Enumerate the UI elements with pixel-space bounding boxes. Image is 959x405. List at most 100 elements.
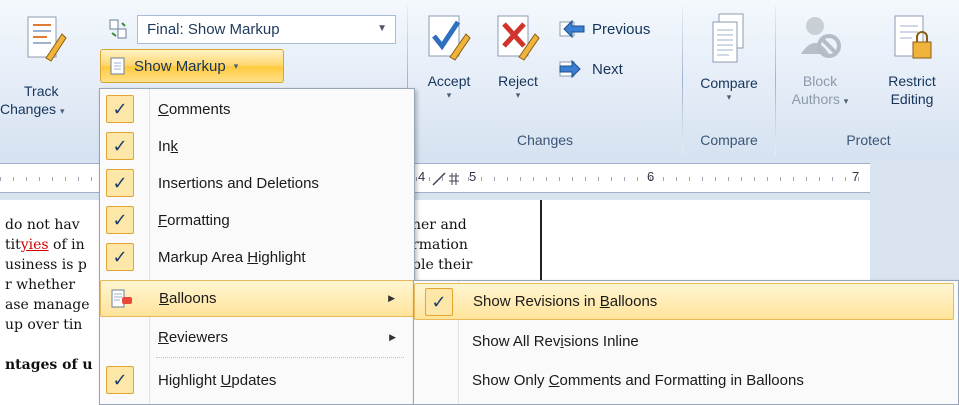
compare-group-label: Compare bbox=[700, 132, 758, 148]
menu-item-label: Ink bbox=[158, 138, 179, 155]
restrict-editing-label: Restrict bbox=[888, 73, 936, 89]
chevron-down-icon[interactable]: ▼ bbox=[377, 23, 387, 34]
menu-item-label: Markup Area Highlight bbox=[158, 249, 306, 266]
menu-item-comments[interactable]: ✓ Comments bbox=[100, 91, 414, 128]
submenu-item-label: Show Only Comments and Formatting in Bal… bbox=[472, 372, 804, 389]
ruler-mark: 6 bbox=[647, 169, 655, 184]
restrict-editing-button[interactable]: Restrict Editing bbox=[866, 6, 958, 126]
menu-item-label: Insertions and Deletions bbox=[158, 175, 319, 192]
doc-text: tit bbox=[5, 237, 21, 253]
next-change-icon bbox=[559, 59, 581, 79]
access-key: F bbox=[158, 212, 168, 229]
menu-item-formatting[interactable]: ✓ Formatting bbox=[100, 202, 414, 239]
track-changes-label-2: Changes ▾ bbox=[0, 100, 64, 120]
submenu-item-show-all-revisions-inline[interactable]: Show All Revisions Inline bbox=[414, 323, 954, 360]
document-text-left: do not hav tityies of in usiness is p r … bbox=[5, 215, 93, 375]
submenu-item-show-only-comments-formatting[interactable]: Show Only Comments and Formatting in Bal… bbox=[414, 362, 954, 399]
protect-group-label: Protect bbox=[846, 132, 891, 148]
menu-item-highlight-updates[interactable]: ✓ Highlight Updates bbox=[100, 362, 414, 399]
access-key: k bbox=[170, 138, 179, 155]
accept-icon bbox=[428, 15, 471, 61]
menu-item-reviewers[interactable]: Reviewers ▶ bbox=[100, 319, 414, 356]
block-authors-label-2: Authors ▾ bbox=[780, 90, 860, 110]
ruler-mark: 4 bbox=[418, 169, 426, 184]
checkmark-icon: ✓ bbox=[106, 366, 134, 394]
show-markup-button[interactable]: Show Markup ▾ bbox=[100, 49, 284, 83]
doc-heading: ntages of u bbox=[5, 357, 93, 373]
tab-marker-icon[interactable] bbox=[447, 172, 461, 186]
deletion-mark: yies bbox=[20, 237, 49, 253]
doc-text: of in bbox=[48, 237, 85, 253]
chevron-down-icon: ▾ bbox=[59, 106, 65, 116]
menu-item-label: Highlight Updates bbox=[158, 372, 277, 389]
accept-button[interactable]: Accept ▾ bbox=[420, 6, 478, 126]
checkmark-icon: ✓ bbox=[425, 288, 453, 316]
menu-item-label: Formatting bbox=[158, 212, 230, 229]
previous-label: Previous bbox=[592, 20, 651, 38]
submenu-item-label: Show All Revisions Inline bbox=[472, 333, 639, 350]
chevron-down-icon: ▾ bbox=[233, 60, 239, 71]
chevron-down-icon[interactable]: ▾ bbox=[489, 90, 547, 101]
next-label: Next bbox=[592, 60, 623, 78]
access-key: C bbox=[158, 101, 169, 118]
doc-line: r whether bbox=[5, 277, 76, 293]
separator bbox=[682, 6, 683, 154]
compare-button[interactable]: Compare ▾ bbox=[688, 6, 770, 126]
menu-item-balloons[interactable]: Balloons ▶ bbox=[100, 280, 414, 317]
track-changes-button[interactable]: Track Changes ▾ bbox=[0, 6, 92, 126]
submenu-item-label: Show Revisions in Balloons bbox=[473, 293, 658, 310]
show-markup-label: Show Markup bbox=[134, 57, 226, 75]
access-key: C bbox=[548, 372, 560, 389]
separator bbox=[775, 6, 776, 154]
next-button[interactable]: Next bbox=[558, 58, 623, 80]
doc-line: her and bbox=[412, 217, 467, 233]
checkmark-icon: ✓ bbox=[106, 169, 134, 197]
previous-button[interactable]: Previous bbox=[558, 18, 650, 40]
changes-group-label: Changes bbox=[516, 132, 574, 148]
balloons-submenu: ✓ Show Revisions in Balloons Show All Re… bbox=[413, 280, 959, 405]
checkmark-icon: ✓ bbox=[106, 95, 134, 123]
submenu-arrow-icon: ▶ bbox=[389, 332, 396, 342]
doc-line: rmation bbox=[412, 237, 468, 253]
block-authors-button[interactable]: Block Authors ▾ bbox=[780, 6, 860, 126]
restrict-editing-icon bbox=[894, 15, 932, 59]
doc-line: ble their bbox=[412, 257, 473, 273]
access-key: U bbox=[220, 372, 232, 389]
chevron-down-icon[interactable]: ▾ bbox=[688, 92, 770, 103]
access-key: i bbox=[560, 333, 564, 350]
doc-line: ase manage bbox=[5, 297, 90, 313]
access-key: R bbox=[158, 329, 169, 346]
display-for-review-value: Final: Show Markup bbox=[147, 21, 280, 38]
restrict-editing-label-2: Editing bbox=[890, 91, 934, 107]
doc-line: do not hav bbox=[5, 217, 80, 233]
ruler-mark: 5 bbox=[469, 169, 477, 184]
block-authors-icon bbox=[801, 17, 841, 58]
menu-item-markup-area-highlight[interactable]: ✓ Markup Area Highlight bbox=[100, 239, 414, 276]
compare-icon bbox=[712, 13, 744, 63]
chevron-down-icon[interactable]: ▾ bbox=[420, 90, 478, 101]
doc-line: up over tin bbox=[5, 317, 83, 333]
document-icon bbox=[110, 57, 125, 75]
menu-item-insertions-deletions[interactable]: ✓ Insertions and Deletions bbox=[100, 165, 414, 202]
display-for-review-combo[interactable]: Final: Show Markup ▼ bbox=[137, 15, 396, 44]
menu-item-label: Reviewers bbox=[158, 329, 229, 346]
block-authors-line2: Authors bbox=[791, 91, 840, 107]
access-key: B bbox=[599, 293, 610, 310]
accept-label: Accept bbox=[427, 73, 471, 89]
doc-line: usiness is p bbox=[5, 257, 87, 273]
checkmark-icon: ✓ bbox=[106, 243, 134, 271]
menu-item-ink[interactable]: ✓ Ink bbox=[100, 128, 414, 165]
indent-marker-icon[interactable] bbox=[432, 172, 446, 186]
access-key: H bbox=[247, 249, 259, 266]
menu-separator bbox=[156, 357, 404, 358]
reject-button[interactable]: Reject ▾ bbox=[489, 6, 547, 126]
doc-line bbox=[5, 335, 93, 355]
submenu-item-show-revisions-in-balloons[interactable]: ✓ Show Revisions in Balloons bbox=[414, 283, 954, 320]
reject-icon bbox=[497, 15, 540, 61]
balloons-icon bbox=[111, 289, 132, 308]
compare-label: Compare bbox=[700, 75, 758, 91]
reject-label: Reject bbox=[498, 73, 538, 89]
track-changes-icon bbox=[27, 16, 67, 62]
access-key: B bbox=[159, 290, 170, 307]
menu-item-label: Balloons bbox=[159, 290, 217, 307]
